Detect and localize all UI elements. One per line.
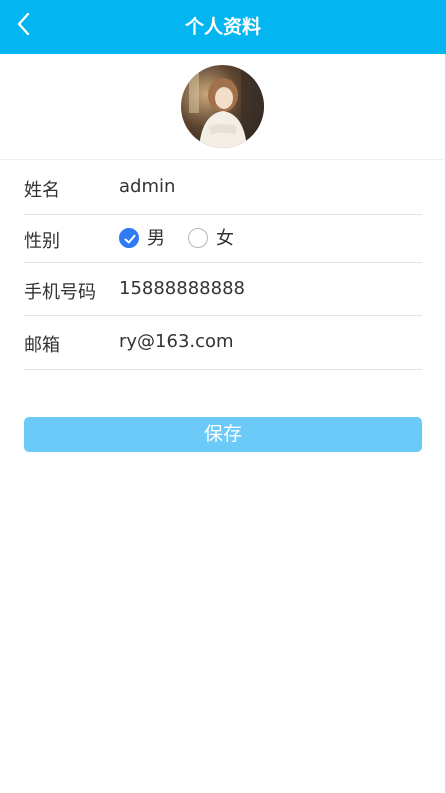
phone-field[interactable]: 15888888888 [119, 278, 245, 299]
radio-unchecked-icon [188, 228, 208, 248]
profile-page: 个人资料 姓名 admin 性别 男 女 手机号码 15888888888 邮箱… [0, 0, 446, 793]
phone-label: 手机号码 [24, 282, 96, 303]
name-label: 姓名 [24, 180, 60, 201]
gender-label: 性别 [24, 231, 60, 252]
radio-checked-icon [119, 228, 139, 248]
avatar[interactable] [181, 65, 264, 148]
page-title: 个人资料 [184, 16, 261, 38]
header-bar: 个人资料 [0, 0, 446, 54]
name-field[interactable]: admin [119, 176, 175, 197]
phone-row: 手机号码 15888888888 [24, 263, 422, 316]
gender-female-label: 女 [216, 228, 234, 249]
avatar-section [0, 54, 446, 160]
email-row: 邮箱 ry@163.com [24, 316, 422, 370]
save-button[interactable]: 保存 [24, 417, 422, 452]
gender-male-label: 男 [147, 228, 165, 249]
email-label: 邮箱 [24, 335, 60, 356]
name-row: 姓名 admin [24, 160, 422, 215]
email-field[interactable]: ry@163.com [119, 331, 234, 352]
gender-row: 性别 男 女 [24, 215, 422, 263]
avatar-photo [181, 65, 264, 148]
